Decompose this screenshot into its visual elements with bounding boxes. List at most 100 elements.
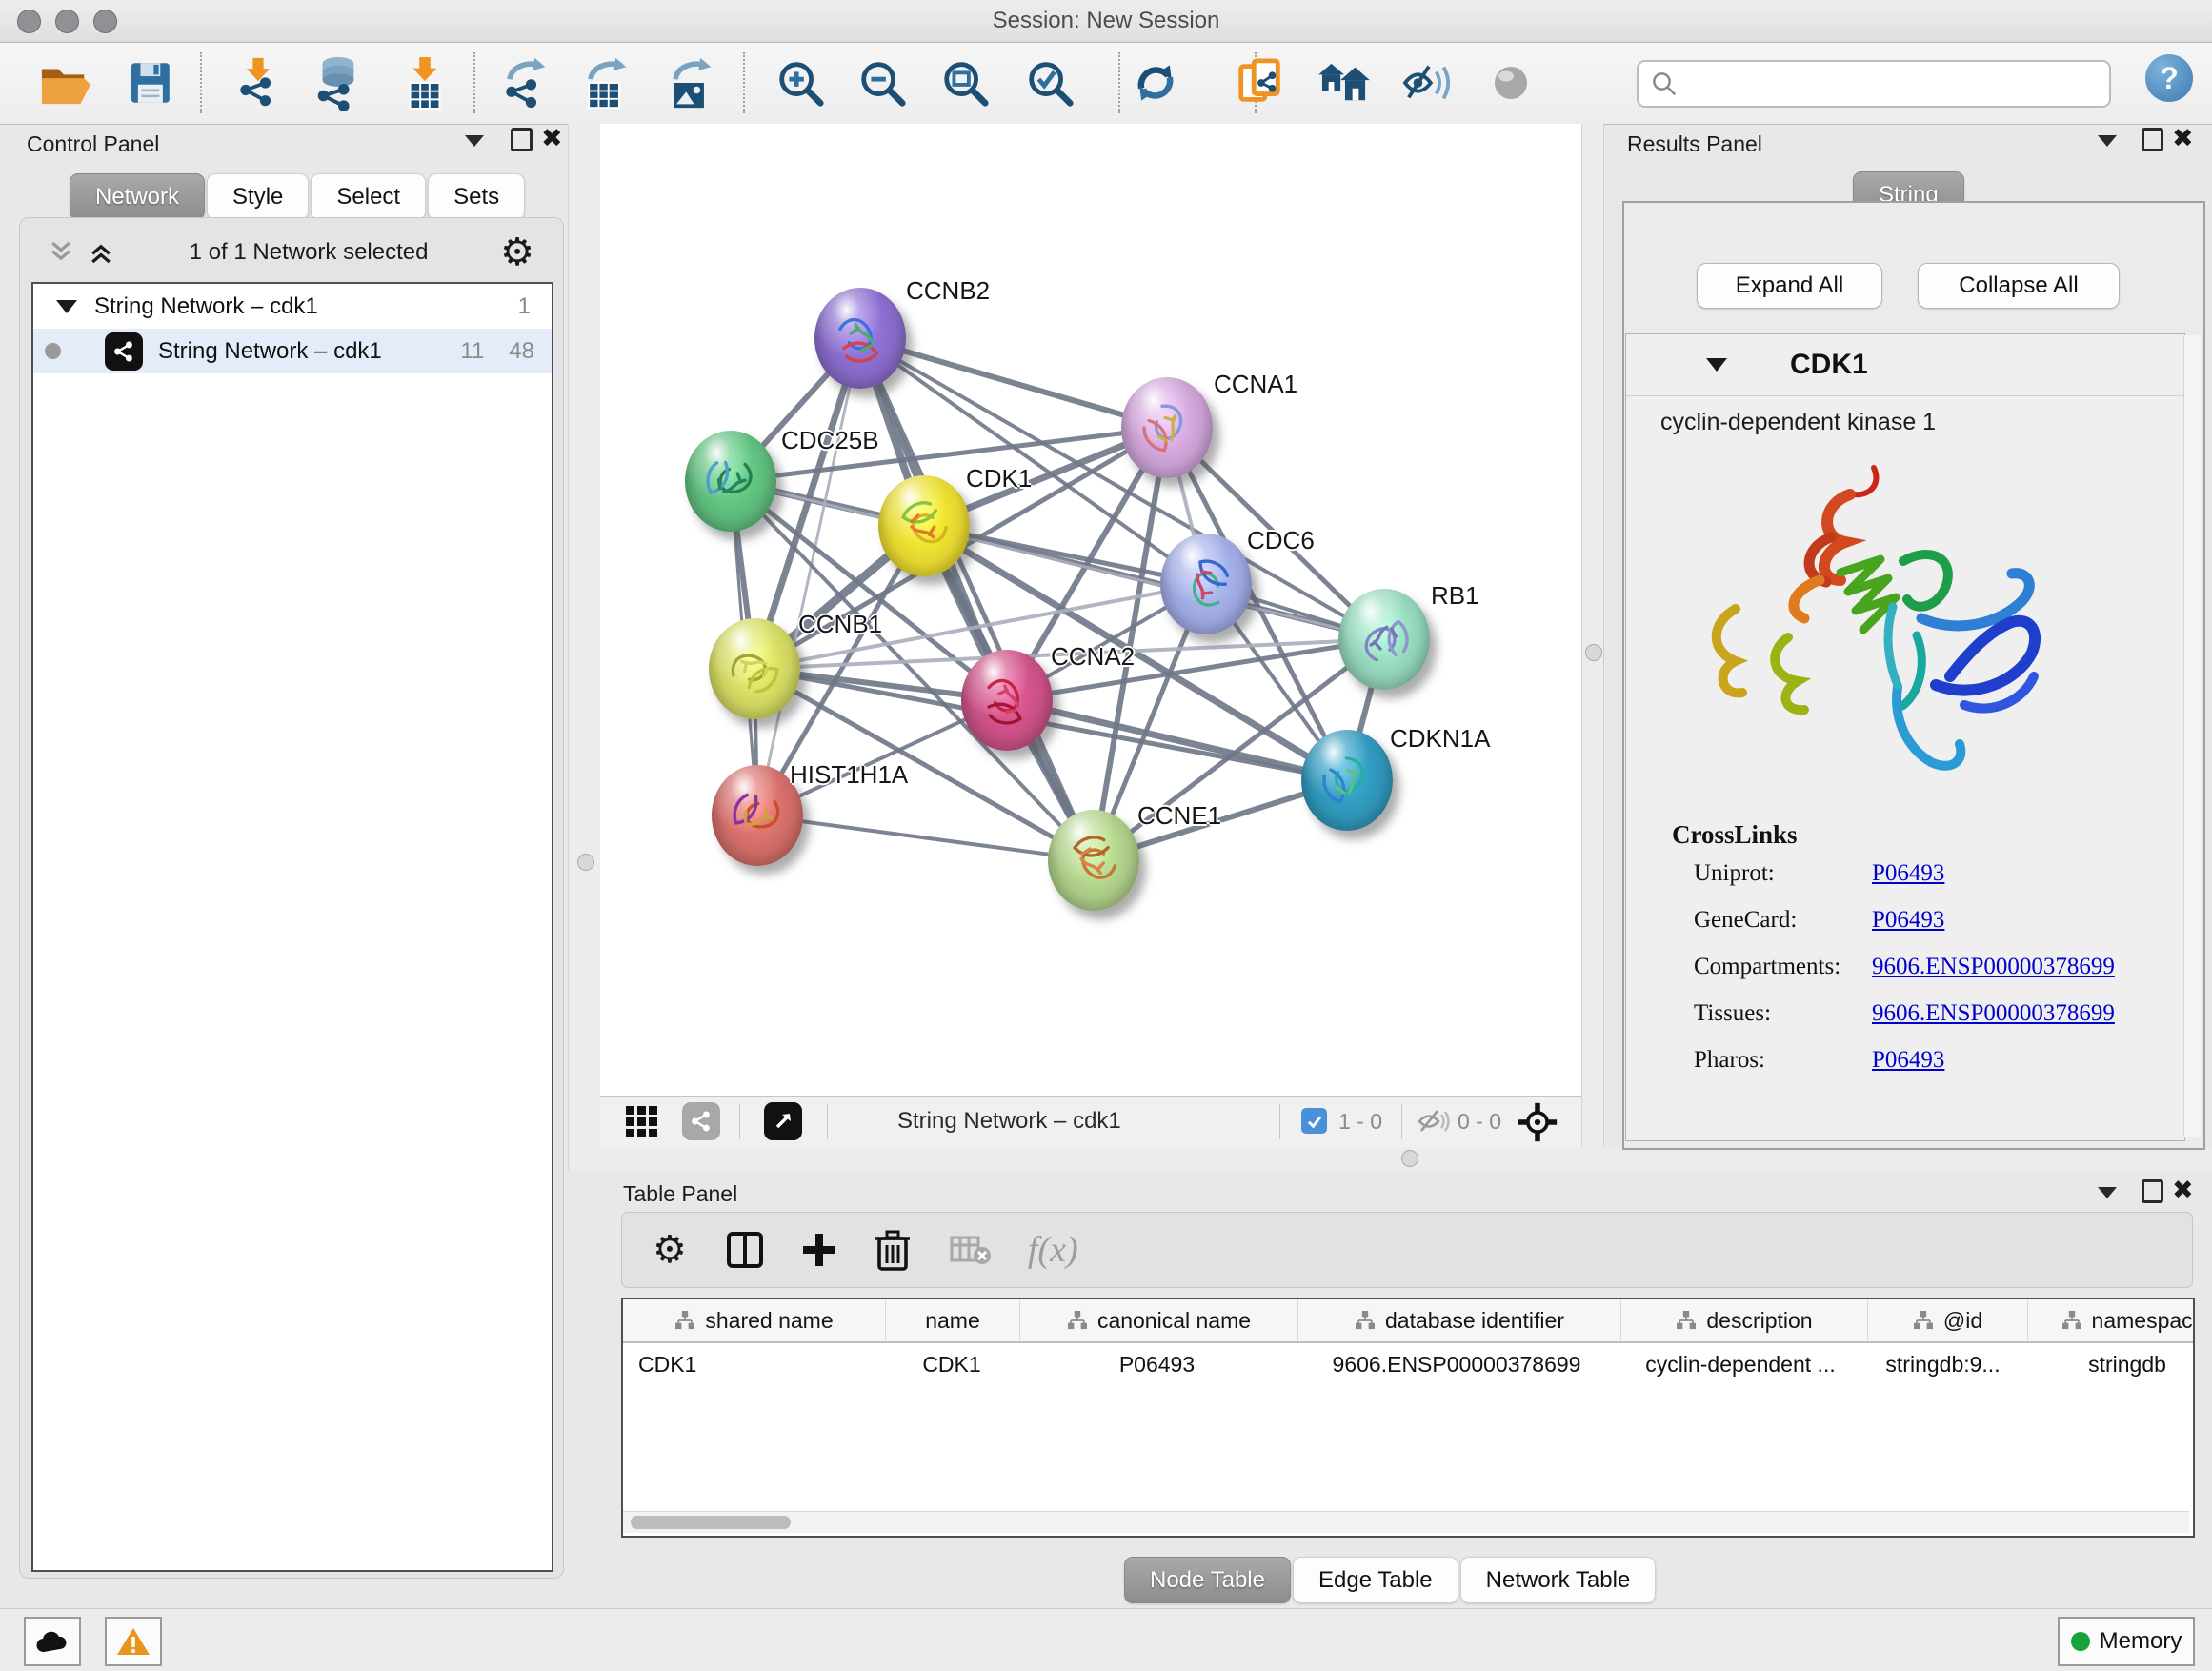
cell-database-identifier[interactable]: 9606.ENSP00000378699 xyxy=(1296,1352,1618,1378)
collapse-all-networks-icon[interactable] xyxy=(45,238,77,267)
gene-section-header[interactable]: CDK1 xyxy=(1626,334,2184,396)
import-table-from-file-button[interactable] xyxy=(394,52,455,113)
cell-shared-name[interactable]: CDK1 xyxy=(623,1352,885,1378)
tab-select[interactable]: Select xyxy=(311,173,426,220)
save-session-button[interactable] xyxy=(119,52,180,113)
crosslink-value-link[interactable]: P06493 xyxy=(1872,860,1944,887)
first-neighbors-refresh-button[interactable] xyxy=(1125,52,1186,113)
crosslink-value-link[interactable]: P06493 xyxy=(1872,1047,1944,1074)
node-CDC25B[interactable] xyxy=(685,431,776,532)
collection-expander-icon[interactable] xyxy=(56,300,77,313)
cell-namespace[interactable]: stringdb xyxy=(2022,1352,2195,1378)
node-CCNE1[interactable] xyxy=(1048,810,1139,911)
node-CDC6[interactable] xyxy=(1160,534,1252,634)
collapse-all-button[interactable]: Collapse All xyxy=(1918,263,2120,309)
column-header-shared-name[interactable]: shared name xyxy=(623,1299,886,1341)
node-CCNB1[interactable] xyxy=(709,618,800,719)
open-session-button[interactable] xyxy=(34,52,95,113)
table-panel-close-icon[interactable]: ✖ xyxy=(2172,1178,2194,1203)
help-button[interactable]: ? xyxy=(2145,54,2193,102)
hide-selected-button[interactable] xyxy=(1398,52,1458,113)
node-CCNB2[interactable] xyxy=(814,288,906,389)
network-canvas[interactable]: CCNB2 CCNA1 CDC25B CDK1 CDC6 RB1 xyxy=(600,124,1581,1096)
tab-style[interactable]: Style xyxy=(207,173,309,220)
fit-content-crosshair-icon[interactable] xyxy=(1517,1101,1558,1143)
horizontal-splitter[interactable] xyxy=(600,1147,2212,1170)
table-row[interactable]: CDK1CDK1P064939606.ENSP00000378699cyclin… xyxy=(623,1343,2195,1385)
birdseye-view-icon[interactable] xyxy=(764,1102,802,1140)
node-CDKN1A[interactable] xyxy=(1301,730,1393,831)
show-hidden-button[interactable] xyxy=(1480,52,1541,113)
network-share-icon[interactable] xyxy=(682,1102,720,1140)
zoom-in-button[interactable] xyxy=(770,52,831,113)
create-column-plus-icon[interactable] xyxy=(799,1230,839,1270)
table-panel-float-icon[interactable] xyxy=(2142,1179,2163,1203)
node-CCNA2[interactable] xyxy=(961,650,1053,751)
node-CCNA1[interactable] xyxy=(1121,377,1213,478)
crosslink-value-link[interactable]: P06493 xyxy=(1872,907,1944,934)
tab-network[interactable]: Network xyxy=(70,173,205,220)
network-row-selected[interactable]: String Network – cdk1 11 48 xyxy=(33,329,552,373)
network-collection-row[interactable]: String Network – cdk1 1 xyxy=(33,284,552,329)
cell-description[interactable]: cyclin-dependent ... xyxy=(1618,1352,1863,1378)
cloud-button[interactable] xyxy=(24,1617,81,1666)
zoom-out-button[interactable] xyxy=(852,52,913,113)
control-panel-collapse-icon[interactable] xyxy=(465,135,484,147)
hidden-eye-icon[interactable] xyxy=(1416,1106,1450,1137)
grid-view-icon[interactable] xyxy=(625,1105,659,1139)
table-options-gear-icon[interactable]: ⚙ xyxy=(653,1231,687,1269)
expand-all-button[interactable]: Expand All xyxy=(1697,263,1882,309)
import-network-from-file-button[interactable] xyxy=(228,52,289,113)
search-input[interactable] xyxy=(1686,70,2109,98)
cell-name[interactable]: CDK1 xyxy=(885,1352,1018,1378)
right-splitter-handle[interactable] xyxy=(1585,644,1602,661)
control-panel-close-icon[interactable]: ✖ xyxy=(541,126,563,151)
export-image-button[interactable] xyxy=(659,52,720,113)
cell-@id[interactable]: stringdb:9... xyxy=(1863,1352,2022,1378)
memory-button[interactable]: Memory xyxy=(2058,1617,2195,1666)
delete-column-trash-icon[interactable] xyxy=(874,1229,912,1271)
results-panel-float-icon[interactable] xyxy=(2142,128,2163,151)
cell-canonical-name[interactable]: P06493 xyxy=(1018,1352,1296,1378)
node-CDK1[interactable] xyxy=(878,475,970,576)
crosslink-value-link[interactable]: 9606.ENSP00000378699 xyxy=(1872,1000,2115,1027)
table-panel-collapse-icon[interactable] xyxy=(2098,1187,2117,1198)
tab-network-table[interactable]: Network Table xyxy=(1460,1557,1657,1603)
string-home-button[interactable] xyxy=(1314,52,1375,113)
column-header-namespace[interactable]: namespace xyxy=(2028,1299,2195,1341)
horizontal-splitter-handle[interactable] xyxy=(1401,1150,1418,1167)
clone-network-button[interactable] xyxy=(1229,52,1290,113)
column-header-canonical-name[interactable]: canonical name xyxy=(1020,1299,1298,1341)
tab-sets[interactable]: Sets xyxy=(428,173,525,220)
column-header-name[interactable]: name xyxy=(886,1299,1020,1341)
edge-CCNB2-HIST1H1A[interactable] xyxy=(757,338,860,815)
node-table[interactable]: shared namenamecanonical namedatabase id… xyxy=(621,1298,2195,1538)
import-network-from-database-button[interactable] xyxy=(307,52,368,113)
column-header-database-identifier[interactable]: database identifier xyxy=(1298,1299,1621,1341)
node-RB1[interactable] xyxy=(1338,589,1430,690)
zoom-selected-button[interactable] xyxy=(1019,52,1080,113)
control-panel-float-icon[interactable] xyxy=(511,128,533,151)
export-network-button[interactable] xyxy=(493,52,554,113)
selected-checkbox-icon[interactable] xyxy=(1301,1108,1327,1134)
column-header-@id[interactable]: @id xyxy=(1868,1299,2028,1341)
expand-all-networks-icon[interactable] xyxy=(85,238,117,267)
column-header-description[interactable]: description xyxy=(1621,1299,1868,1341)
export-table-button[interactable] xyxy=(574,52,635,113)
gene-section-expander-icon[interactable] xyxy=(1706,358,1727,372)
left-splitter[interactable] xyxy=(568,124,602,1170)
crosslink-value-link[interactable]: 9606.ENSP00000378699 xyxy=(1872,954,2115,980)
warning-button[interactable] xyxy=(105,1617,162,1666)
zoom-fit-button[interactable] xyxy=(935,52,995,113)
show-columns-icon[interactable] xyxy=(725,1230,765,1270)
table-horizontal-scrollbar[interactable] xyxy=(623,1511,2189,1533)
results-scrollbar[interactable] xyxy=(2183,335,2201,1137)
left-splitter-handle[interactable] xyxy=(577,854,594,871)
results-panel-close-icon[interactable]: ✖ xyxy=(2172,126,2194,151)
right-splitter[interactable] xyxy=(1581,124,1604,1147)
tab-node-table[interactable]: Node Table xyxy=(1124,1557,1291,1603)
search-box[interactable] xyxy=(1637,60,2111,108)
network-options-gear-icon[interactable]: ⚙ xyxy=(500,233,534,272)
table-scrollbar-thumb[interactable] xyxy=(631,1516,791,1529)
tab-edge-table[interactable]: Edge Table xyxy=(1293,1557,1458,1603)
